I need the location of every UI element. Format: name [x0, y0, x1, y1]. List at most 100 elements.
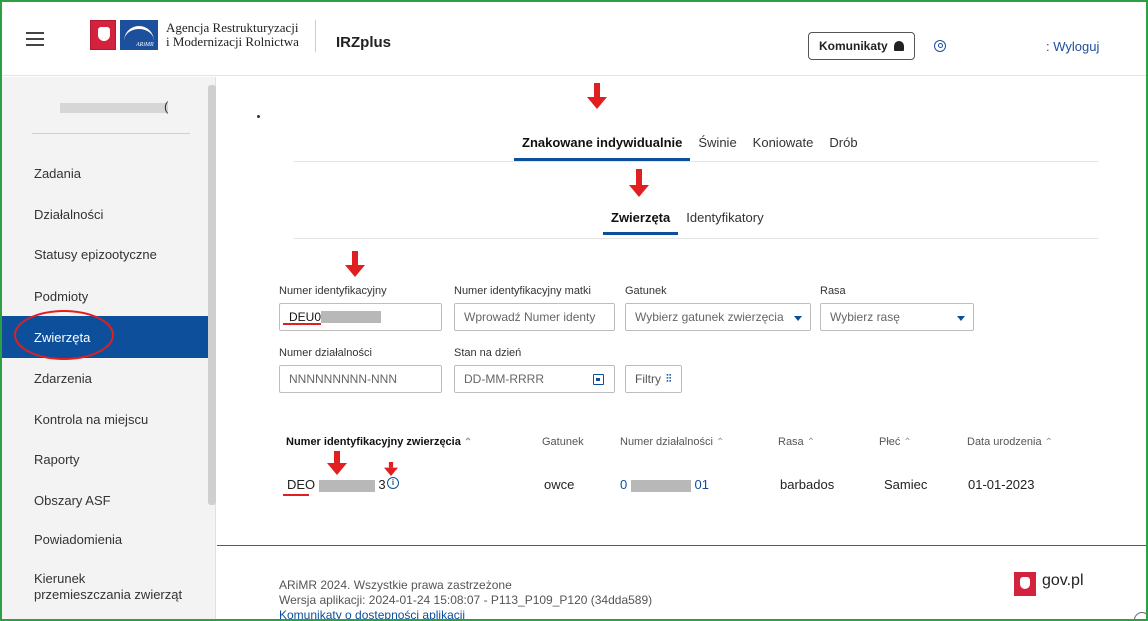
sidebar-item-obszary-asf[interactable]: Obszary ASF — [2, 481, 208, 519]
primary-tabs: Znakowane indywidualnie Świnie Koniowate… — [514, 127, 866, 161]
activity-label: Numer działalności — [279, 347, 372, 359]
app-title: IRZplus — [336, 34, 391, 51]
col-header-activity[interactable]: Numer działalności ⌃ — [620, 436, 724, 448]
row-activity[interactable]: 0 01 — [620, 477, 709, 492]
sidebar-item-statusy[interactable]: Statusy epizootyczne — [2, 235, 208, 273]
sidebar-item-dzialalnosci[interactable]: Działalności — [2, 195, 208, 233]
sidebar-item-zadania[interactable]: Zadania — [2, 154, 208, 192]
activity-input[interactable]: NNNNNNNNN-NNN — [279, 365, 442, 393]
sidebar-item-podmioty[interactable]: Podmioty — [2, 277, 208, 315]
col-header-sex[interactable]: Płeć ⌃ — [879, 436, 912, 448]
sort-icon: ⌃ — [463, 437, 473, 448]
sidebar-item-powiadomienia[interactable]: Powiadomienia — [2, 520, 208, 558]
tab-drob[interactable]: Drób — [821, 127, 865, 157]
col-header-birth[interactable]: Data urodzenia ⌃ — [967, 436, 1053, 448]
arimr-logo-text: ARiMR — [136, 42, 154, 48]
date-placeholder: DD-MM-RRRR — [464, 372, 544, 386]
calendar-icon[interactable] — [593, 374, 604, 385]
agency-name-line2: i Modernizacji Rolnictwa — [166, 34, 299, 49]
col-header-breed[interactable]: Rasa ⌃ — [778, 436, 815, 448]
sidebar-item-label: Podmioty — [34, 288, 89, 304]
date-input[interactable]: DD-MM-RRRR — [454, 365, 615, 393]
menu-icon[interactable] — [26, 32, 44, 46]
sort-icon: ⌃ — [903, 437, 912, 448]
mother-id-input[interactable]: Wprowadź Numer identy — [454, 303, 615, 331]
footer-accessibility-link[interactable]: Komunikaty o dostępności aplikacji — [279, 608, 465, 619]
tab-koniowate[interactable]: Koniowate — [745, 127, 822, 157]
sidebar-divider — [32, 133, 190, 134]
sidebar-item-kontrola[interactable]: Kontrola na miejscu — [2, 400, 208, 438]
redacted-value — [630, 479, 691, 492]
sidebar-item-label: Powiadomienia — [34, 531, 123, 547]
sidebar-item-label: Statusy epizootyczne — [34, 246, 157, 262]
subtabs-divider — [294, 238, 1098, 239]
filters-button[interactable]: Filtry ⫶⫶ — [625, 365, 682, 393]
annotation-red-oval — [14, 310, 114, 360]
sidebar-item-label: Zadania — [34, 165, 81, 181]
species-label: Gatunek — [625, 285, 667, 297]
scroll-top-icon[interactable] — [1134, 612, 1146, 619]
breed-placeholder: Wybierz rasę — [830, 310, 900, 324]
annotation-arrow — [587, 83, 607, 109]
row-sex: Samiec — [884, 477, 928, 492]
row-activity-prefix: 0 — [620, 477, 628, 492]
annotation-underline — [283, 494, 309, 496]
sidebar-item-raporty[interactable]: Raporty — [2, 440, 208, 478]
id-input-value: DEU0 — [289, 310, 322, 324]
row-id-prefix: DEO — [287, 477, 316, 492]
info-icon[interactable]: i — [387, 477, 399, 489]
mother-id-label: Numer identyfikacyjny matki — [454, 285, 591, 297]
annotation-arrow — [384, 462, 398, 476]
id-input[interactable]: DEU0 — [279, 303, 442, 331]
sidebar-item-kierunek[interactable]: Kierunek przemieszczania zwierząt — [2, 567, 208, 607]
annotation-arrow — [345, 251, 365, 277]
sort-icon: ⌃ — [715, 437, 725, 448]
bell-icon — [893, 41, 904, 51]
user-name-fragment: ( — [164, 99, 169, 114]
col-header-activity-label: Numer działalności — [620, 436, 713, 448]
komunikaty-label: Komunikaty — [819, 39, 888, 53]
row-birth-date: 01-01-2023 — [968, 477, 1035, 492]
footer-copyright: ARiMR 2024. Wszystkie prawa zastrzeżone — [279, 578, 512, 592]
annotation-arrow — [629, 169, 649, 197]
logout-link[interactable]: : Wyloguj — [1046, 39, 1099, 54]
date-label: Stan na dzień — [454, 347, 522, 359]
dot-marker — [257, 115, 260, 118]
user-icon[interactable] — [934, 40, 946, 52]
header-divider — [315, 20, 316, 52]
sidebar-item-label: Raporty — [34, 451, 80, 467]
agency-name: Agencja Restrukturyzacji i Modernizacji … — [166, 21, 299, 49]
species-select[interactable]: Wybierz gatunek zwierzęcia — [625, 303, 811, 331]
activity-placeholder: NNNNNNNNN-NNN — [289, 372, 397, 386]
tab-swinie[interactable]: Świnie — [690, 127, 744, 157]
tab-znakowane[interactable]: Znakowane indywidualnie — [514, 127, 691, 161]
row-id[interactable]: DEO 3 — [287, 477, 386, 492]
sidebar-item-zwierzeta[interactable]: Zwierzęta — [2, 310, 208, 360]
breed-label: Rasa — [820, 285, 846, 297]
col-header-sex-label: Płeć — [879, 436, 901, 448]
poland-emblem-logo — [90, 20, 116, 50]
col-header-id[interactable]: Numer identyfikacyjny zwierzęcia ⌃ — [286, 436, 472, 448]
sidebar-item-label: Obszary ASF — [34, 492, 111, 508]
tab-identyfikatory[interactable]: Identyfikatory — [678, 203, 771, 231]
gov-label[interactable]: gov.pl — [1042, 572, 1084, 590]
sidebar-item-label: Działalności — [34, 206, 104, 222]
sliders-icon: ⫶⫶ — [666, 372, 672, 385]
tab-zwierzeta[interactable]: Zwierzęta — [603, 203, 679, 235]
header: ARiMR Agencja Restrukturyzacji i Moderni… — [2, 2, 1146, 76]
col-header-species: Gatunek — [542, 436, 584, 448]
footer-divider — [217, 545, 1146, 546]
sidebar-item-zdarzenia[interactable]: Zdarzenia — [2, 359, 208, 397]
row-breed: barbados — [780, 477, 835, 492]
sidebar-scrollbar[interactable] — [208, 85, 216, 505]
app-frame: ARiMR Agencja Restrukturyzacji i Moderni… — [0, 0, 1148, 621]
chevron-down-icon — [957, 316, 965, 321]
redacted-value — [318, 479, 375, 492]
komunikaty-button[interactable]: Komunikaty — [808, 32, 915, 60]
chevron-down-icon — [794, 316, 802, 321]
annotation-underline — [283, 323, 321, 325]
row-activity-suffix: 01 — [694, 477, 709, 492]
breed-select[interactable]: Wybierz rasę — [820, 303, 974, 331]
annotation-arrow — [327, 451, 347, 475]
footer-version: Wersja aplikacji: 2024-01-24 15:08:07 - … — [279, 593, 653, 607]
